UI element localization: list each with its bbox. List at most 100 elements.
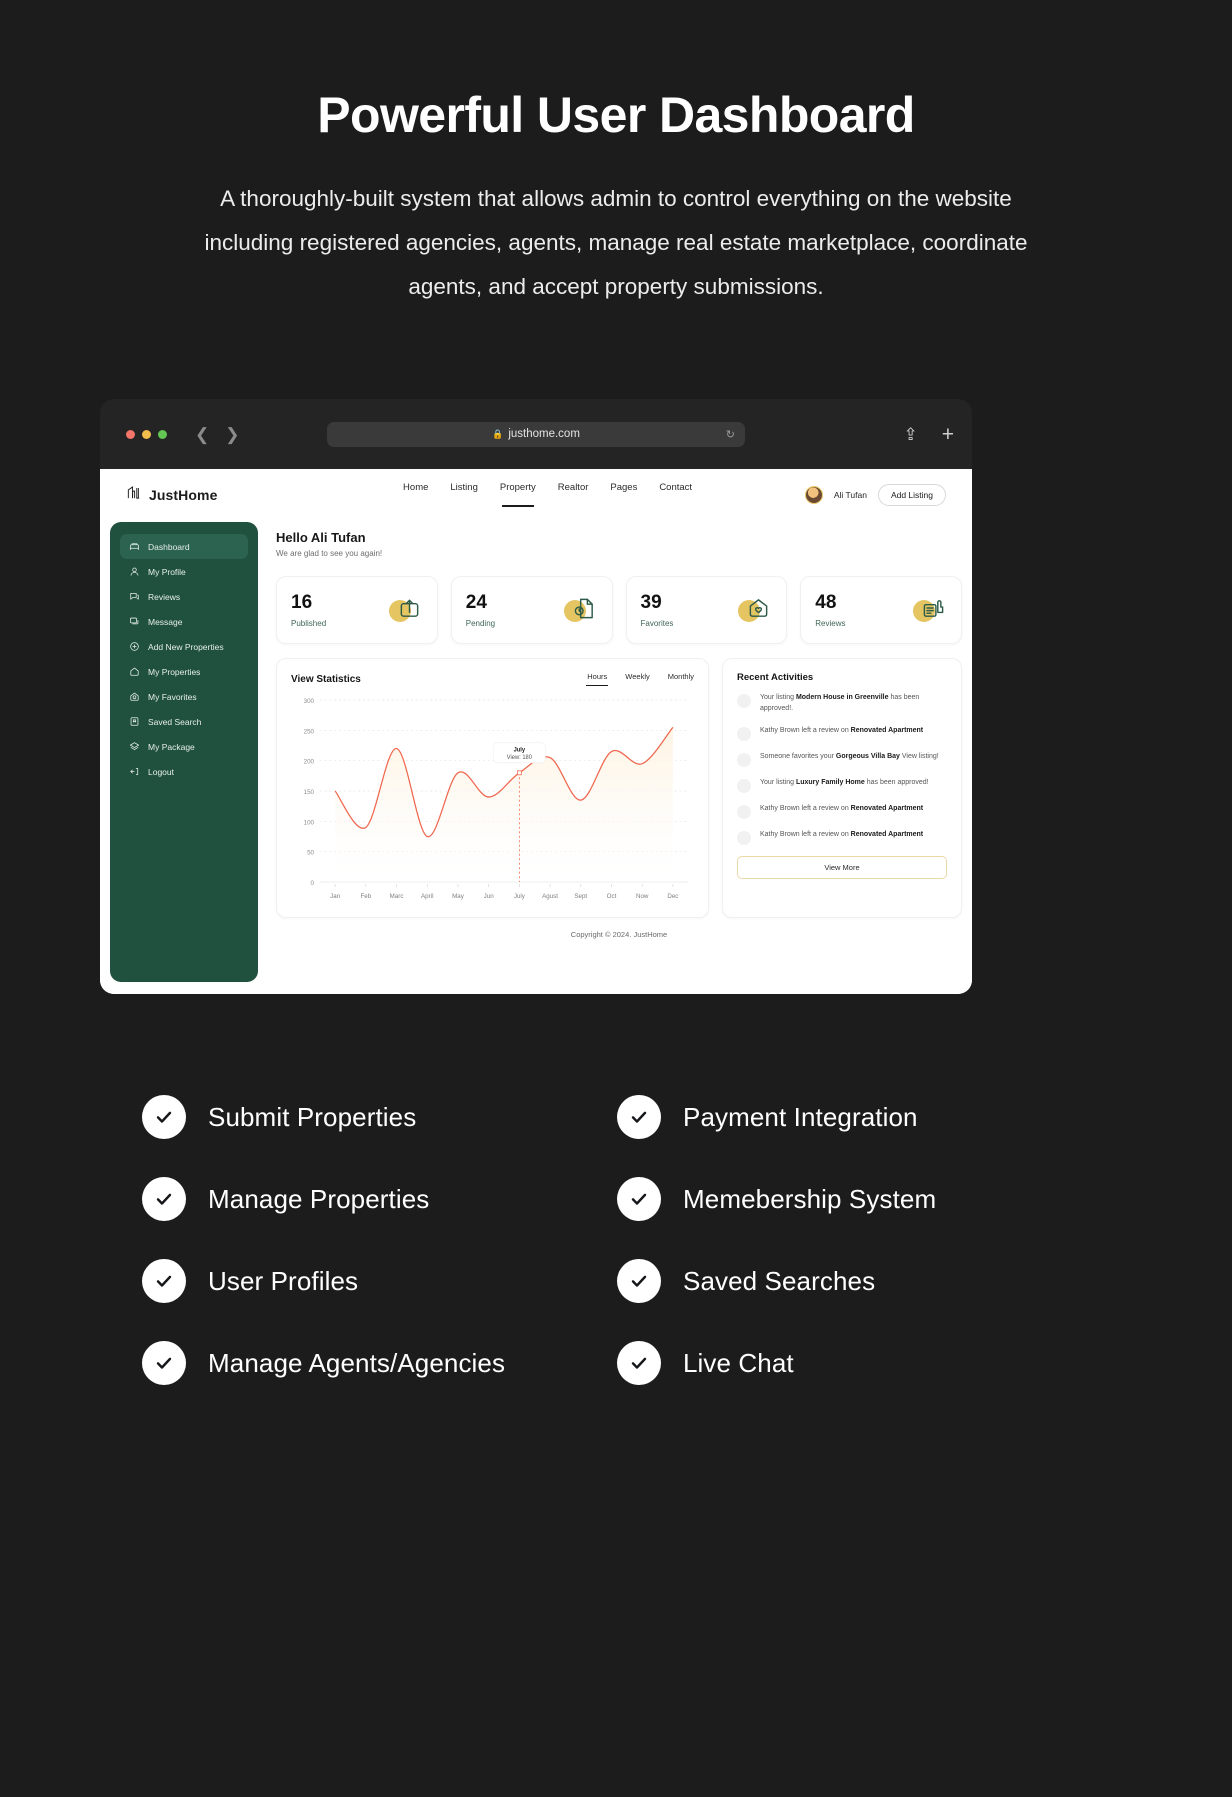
recent-activities-card: Recent Activities Your listing Modern Ho… — [722, 658, 962, 918]
dashboard-panels: View Statistics Hours Weekly Monthly 0 50… — [276, 658, 962, 918]
svg-text:July: July — [514, 893, 526, 900]
maximize-window-dot[interactable] — [158, 429, 167, 439]
brand-logo[interactable]: JustHome — [126, 485, 217, 505]
user-name: Ali Tufan — [833, 489, 867, 500]
chart-range-tabs[interactable]: Hours Weekly Monthly — [586, 672, 694, 686]
svg-text:Dec: Dec — [667, 893, 679, 900]
sidebar-item-label: Logout — [148, 766, 174, 777]
home-icon — [129, 666, 140, 677]
sidebar-item-label: Dashboard — [148, 541, 190, 552]
forward-icon[interactable]: ❯ — [225, 426, 239, 443]
sidebar-item-my-profile[interactable]: My Profile — [120, 559, 248, 584]
stat-label: Favorites — [640, 618, 674, 628]
tab-monthly[interactable]: Monthly — [668, 672, 694, 686]
sidebar-item-label: Message — [148, 616, 183, 627]
view-more-button[interactable]: View More — [737, 855, 947, 879]
sidebar-item-label: Reviews — [148, 591, 181, 602]
header-right: Ali Tufan Add Listing — [804, 483, 946, 506]
activity-row[interactable]: Kathy Brown left a review on Renovated A… — [737, 804, 947, 819]
check-circle-icon — [617, 1341, 661, 1385]
close-window-dot[interactable] — [126, 429, 135, 439]
back-icon[interactable]: ❮ — [195, 426, 209, 443]
browser-navigation[interactable]: ❮ ❯ — [195, 426, 240, 443]
sidebar-item-add-new-properties[interactable]: Add New Properties — [120, 634, 248, 659]
activity-text: Kathy Brown left a review on Renovated A… — [760, 830, 924, 838]
message-icon — [129, 616, 140, 627]
sidebar-item-saved-search[interactable]: Saved Search — [120, 709, 248, 734]
svg-text:200: 200 — [304, 759, 315, 766]
feature-label: Saved Searches — [683, 1265, 876, 1296]
sidebar-item-dashboard[interactable]: Dashboard — [120, 534, 248, 559]
nav-item-contact[interactable]: Contact — [659, 482, 692, 507]
svg-text:Jun: Jun — [484, 893, 494, 900]
page-root: Powerful User Dashboard A thoroughly-bui… — [0, 0, 1232, 1797]
nav-item-property[interactable]: Property — [500, 482, 536, 507]
avatar[interactable] — [804, 485, 823, 504]
feature-item: User Profiles — [142, 1259, 617, 1303]
sidebar-item-logout[interactable]: Logout — [120, 759, 248, 784]
nav-item-home[interactable]: Home — [403, 482, 428, 507]
publish-box-icon — [388, 595, 423, 625]
activities-list: Your listing Modern House in Greenville … — [737, 693, 947, 845]
sidebar-item-label: Add New Properties — [148, 641, 224, 652]
sidebar-item-reviews[interactable]: Reviews — [120, 584, 248, 609]
activity-row[interactable]: Your listing Modern House in Greenville … — [737, 693, 947, 715]
stat-card-published[interactable]: 16 Published — [276, 576, 438, 644]
sidebar-item-my-package[interactable]: My Package — [120, 734, 248, 759]
stat-cards: 16 Published 24 Pending 39 Favorites 48 … — [276, 576, 962, 644]
user-icon — [129, 566, 140, 577]
hero-section: Powerful User Dashboard A thoroughly-bui… — [0, 0, 1232, 309]
activity-avatar — [737, 752, 751, 767]
reload-icon[interactable]: ↻ — [726, 428, 735, 441]
svg-text:July: July — [514, 747, 526, 753]
tab-hours[interactable]: Hours — [586, 672, 609, 686]
chart-title: View Statistics — [291, 673, 361, 685]
minimize-window-dot[interactable] — [142, 429, 151, 439]
nav-item-realtor[interactable]: Realtor — [558, 482, 589, 507]
sidebar-item-label: My Package — [148, 741, 195, 752]
stat-card-pending[interactable]: 24 Pending — [450, 576, 613, 644]
new-tab-icon[interactable]: + — [942, 424, 954, 445]
activity-avatar — [737, 726, 751, 741]
review-icon — [129, 591, 140, 602]
activity-row[interactable]: Kathy Brown left a review on Renovated A… — [737, 726, 947, 741]
feature-label: Manage Agents/Agencies — [208, 1347, 506, 1378]
dashboard: Dashboard My Profile Reviews Message Add… — [100, 520, 972, 994]
nav-item-pages[interactable]: Pages — [610, 482, 637, 507]
svg-text:Marc: Marc — [390, 893, 405, 900]
view-statistics-chart[interactable]: 0 50 100 150 200 250 300 Jan Feb Marc April May Jun J… — [291, 692, 694, 912]
check-circle-icon — [142, 1259, 186, 1303]
sidebar-item-my-favorites[interactable]: My Favorites — [120, 684, 248, 709]
feature-list: Submit Properties Payment Integration Ma… — [142, 1095, 1092, 1385]
address-bar[interactable]: 🔒 justhome.com ↻ — [327, 421, 745, 447]
svg-text:Now: Now — [636, 893, 649, 900]
window-controls[interactable] — [126, 429, 167, 439]
nav-item-listing[interactable]: Listing — [450, 482, 477, 507]
browser-actions[interactable]: ⇪ + — [903, 424, 954, 445]
stat-card-reviews[interactable]: 48 Reviews — [800, 576, 962, 644]
activity-row[interactable]: Someone favorites your Gorgeous Villa Ba… — [737, 752, 947, 767]
svg-text:Feb: Feb — [360, 893, 371, 900]
stat-card-favorites[interactable]: 39 Favorites — [625, 576, 788, 644]
stat-value: 24 — [465, 591, 487, 613]
greeting-title: Hello Ali Tufan — [276, 530, 366, 545]
share-icon[interactable]: ⇪ — [903, 426, 917, 443]
add-listing-button[interactable]: Add Listing — [877, 483, 946, 506]
activity-text: Your listing Modern House in Greenville … — [760, 694, 920, 712]
sidebar-item-label: My Favorites — [148, 691, 197, 702]
feature-item: Manage Agents/Agencies — [142, 1341, 617, 1385]
activity-avatar — [737, 694, 751, 708]
pending-doc-icon — [563, 595, 598, 625]
activities-title: Recent Activities — [737, 672, 814, 683]
feature-label: Live Chat — [683, 1347, 794, 1378]
chart-header: View Statistics Hours Weekly Monthly — [291, 672, 694, 686]
sidebar-item-my-properties[interactable]: My Properties — [120, 659, 248, 684]
main-nav[interactable]: Home Listing Property Realtor Pages Cont… — [403, 482, 692, 507]
activity-row[interactable]: Your listing Luxury Family Home has been… — [737, 778, 947, 793]
activity-row[interactable]: Kathy Brown left a review on Renovated A… — [737, 830, 947, 845]
sidebar-item-message[interactable]: Message — [120, 609, 248, 634]
tab-weekly[interactable]: Weekly — [625, 672, 649, 686]
feature-item: Memebership System — [617, 1177, 1092, 1221]
dashboard-icon — [129, 541, 140, 552]
check-circle-icon — [142, 1177, 186, 1221]
